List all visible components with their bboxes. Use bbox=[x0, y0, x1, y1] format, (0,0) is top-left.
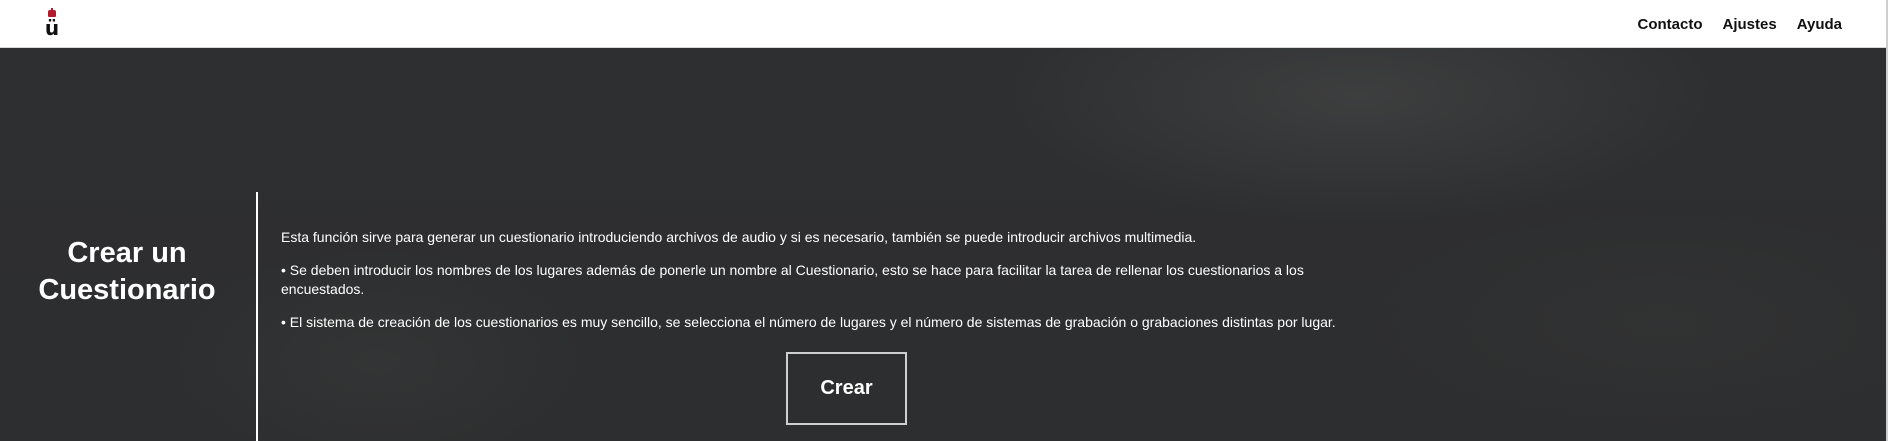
page-title: Crear un Cuestionario bbox=[38, 237, 216, 306]
description-paragraph: • Se deben introducir los nombres de los… bbox=[281, 262, 1304, 297]
description-paragraph: • El sistema de creación de los cuestion… bbox=[281, 314, 1336, 330]
scrollbar[interactable] bbox=[1886, 0, 1888, 441]
hero-section: Crear un Cuestionario Esta función sirve… bbox=[0, 48, 1888, 441]
nav-link-ayuda[interactable]: Ayuda bbox=[1797, 16, 1842, 33]
nav-link-contacto[interactable]: Contacto bbox=[1638, 16, 1703, 33]
crown-icon bbox=[46, 8, 58, 18]
top-navbar: ü Contacto Ajustes Ayuda bbox=[0, 0, 1888, 48]
logo-link[interactable]: ü bbox=[44, 8, 60, 38]
description-paragraph: Esta función sirve para generar un cuest… bbox=[281, 229, 1197, 245]
nav-link-ajustes[interactable]: Ajustes bbox=[1723, 16, 1777, 33]
page: ü Contacto Ajustes Ayuda Crear un Cuesti… bbox=[0, 0, 1888, 441]
vertical-divider bbox=[256, 192, 258, 441]
description-content: Esta función sirve para generar un cuest… bbox=[281, 228, 1381, 346]
logo-letter: ü bbox=[44, 16, 60, 40]
nav-links: Contacto Ajustes Ayuda bbox=[1638, 0, 1842, 48]
crear-button[interactable]: Crear bbox=[786, 352, 907, 425]
viewport: ü Contacto Ajustes Ayuda Crear un Cuesti… bbox=[0, 0, 1890, 441]
